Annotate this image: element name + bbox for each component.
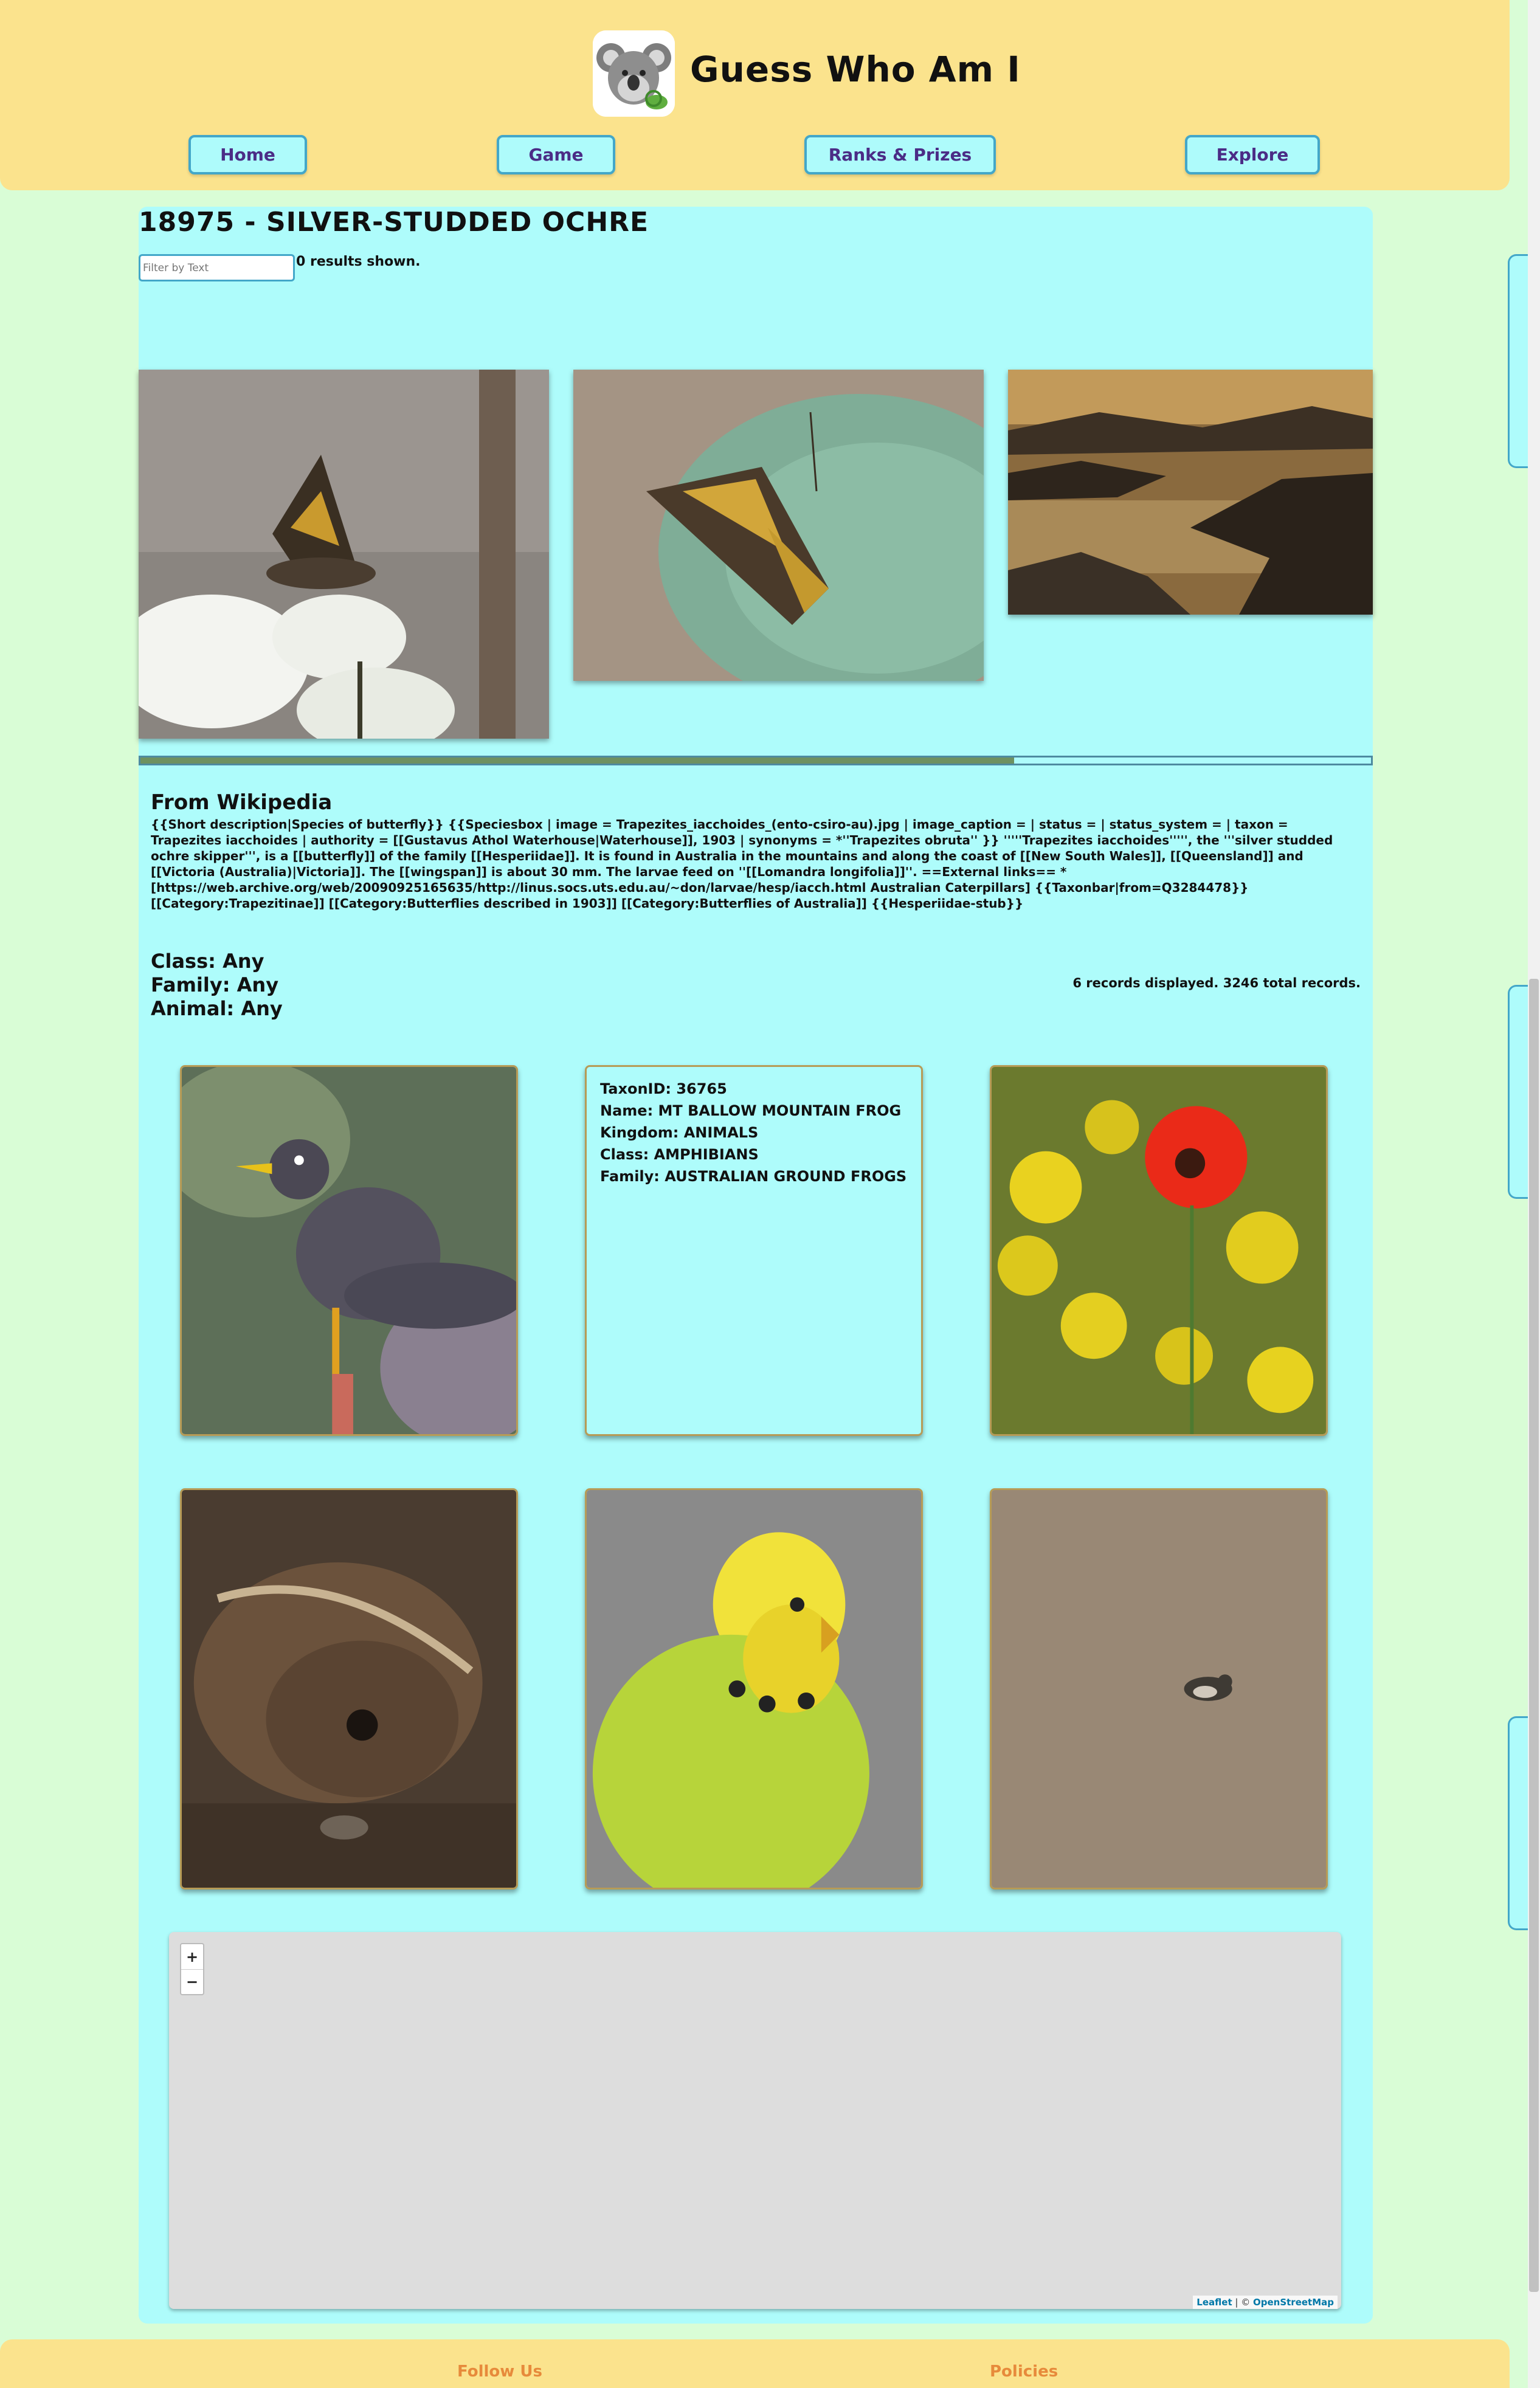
animal-card-small-bird[interactable] xyxy=(990,1488,1328,1889)
site-footer: Follow Us Policies xyxy=(0,2339,1510,2388)
page-scrollbar[interactable] xyxy=(1528,0,1540,2388)
koala-logo-icon[interactable] xyxy=(593,30,675,117)
scrollbar-thumb[interactable] xyxy=(1529,979,1539,2292)
nav-explore-button[interactable]: Explore xyxy=(1185,135,1320,174)
map-zoom-control: + − xyxy=(180,1943,204,1995)
gallery-progress-bar xyxy=(139,756,1373,765)
nav-ranks-prizes-button[interactable]: Ranks & Prizes xyxy=(804,135,996,174)
follow-us-link[interactable]: Follow Us xyxy=(457,2362,542,2381)
wikipedia-text: {{Short description|Species of butterfly… xyxy=(151,817,1333,911)
gallery-image-butterfly-flowers[interactable] xyxy=(139,370,549,739)
gallery-image-coastal-landscape[interactable] xyxy=(1008,370,1373,615)
filter-animal[interactable]: Animal: Any xyxy=(151,997,283,1020)
site-header: Guess Who Am I Home Game Ranks & Prizes … xyxy=(0,0,1510,190)
info-kingdom: Kingdom: ANIMALS xyxy=(600,1124,759,1141)
species-panel: 18975 - SILVER-STUDDED OCHRE 0 results s… xyxy=(139,207,1373,2324)
animal-card-frog[interactable] xyxy=(180,1488,518,1889)
openstreetmap-link[interactable]: OpenStreetMap xyxy=(1253,2297,1334,2308)
info-taxon-id: TaxonID: 36765 xyxy=(600,1080,727,1097)
info-class: Class: AMPHIBIANS xyxy=(600,1146,759,1163)
filter-class[interactable]: Class: Any xyxy=(151,950,264,973)
zoom-in-button[interactable]: + xyxy=(181,1944,203,1969)
species-title: 18975 - SILVER-STUDDED OCHRE xyxy=(139,207,649,238)
attribution-separator: | © xyxy=(1232,2297,1253,2308)
zoom-out-button[interactable]: − xyxy=(181,1969,203,1994)
nav-game-button[interactable]: Game xyxy=(497,135,615,174)
gallery-image-butterfly-leaf[interactable] xyxy=(573,370,984,681)
records-count: 6 records displayed. 3246 total records. xyxy=(1072,976,1361,990)
animal-card-budgerigar[interactable] xyxy=(585,1488,923,1889)
animal-card-poppy[interactable] xyxy=(990,1065,1328,1436)
wikipedia-heading: From Wikipedia xyxy=(151,790,333,815)
app-title: Guess Who Am I xyxy=(690,49,1021,90)
info-name: Name: MT BALLOW MOUNTAIN FROG xyxy=(600,1102,902,1119)
nav-home-button[interactable]: Home xyxy=(188,135,307,174)
gallery-progress-fill xyxy=(140,757,1015,764)
leaflet-link[interactable]: Leaflet xyxy=(1196,2297,1232,2308)
results-count: 0 results shown. xyxy=(296,254,421,269)
map-attribution: Leaflet | © OpenStreetMap xyxy=(1193,2296,1338,2309)
animal-info-card[interactable]: TaxonID: 36765 Name: MT BALLOW MOUNTAIN … xyxy=(585,1065,923,1436)
filter-text-input[interactable] xyxy=(139,254,295,281)
filter-family[interactable]: Family: Any xyxy=(151,973,278,996)
info-family: Family: AUSTRALIAN GROUND FROGS xyxy=(600,1168,907,1185)
animal-card-myna[interactable] xyxy=(180,1065,518,1436)
policies-link[interactable]: Policies xyxy=(990,2362,1058,2381)
map[interactable]: + − Leaflet | © OpenStreetMap xyxy=(169,1932,1341,2309)
